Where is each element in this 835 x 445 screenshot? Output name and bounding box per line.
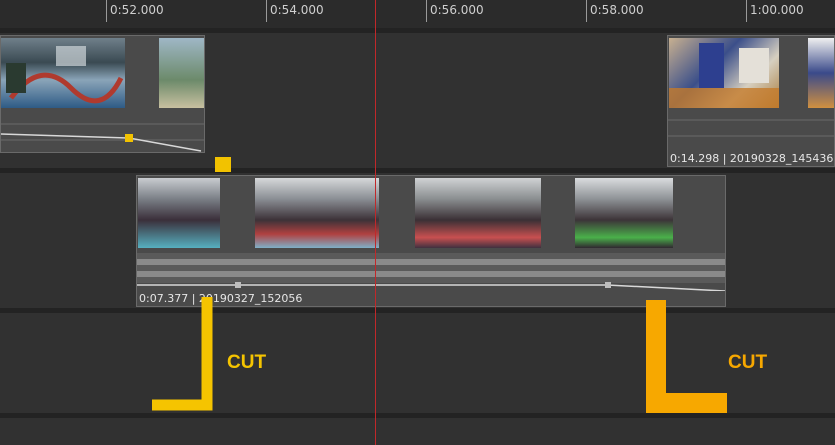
- clip-thumbnail: [575, 178, 673, 248]
- playhead[interactable]: [375, 0, 376, 445]
- ruler-label: 0:58.000: [590, 3, 644, 17]
- keyframe-marker[interactable]: [125, 134, 133, 142]
- clip-thumbnail: [415, 178, 541, 248]
- volume-envelope: [1, 123, 204, 152]
- volume-envelope: [668, 119, 834, 137]
- clip-thumbnail: [255, 178, 379, 248]
- clip-top-left[interactable]: [0, 35, 205, 153]
- ruler-label: 0:54.000: [270, 3, 324, 17]
- clip-thumbnail: [138, 178, 220, 248]
- ruler-tick: [106, 0, 107, 22]
- ruler-label: 0:56.000: [430, 3, 484, 17]
- cut-bracket-right: [646, 300, 727, 413]
- timeline-ruler[interactable]: 0:52.000 0:54.000 0:56.000 0:58.000 1:00…: [0, 0, 835, 29]
- clip-thumbnail: [1, 38, 125, 108]
- cut-label-right: CUT: [728, 352, 768, 373]
- keyframe-marker[interactable]: [605, 282, 611, 288]
- ruler-tick: [586, 0, 587, 22]
- clip-top-right[interactable]: 0:14.298 | 20190328_145436: [667, 35, 835, 167]
- video-track-4[interactable]: [0, 418, 835, 445]
- keyframe-marker[interactable]: [215, 157, 231, 172]
- thumbnail-image: [6, 46, 124, 104]
- cut-label-left: CUT: [227, 352, 267, 373]
- clip-thumbnail: [808, 38, 834, 108]
- clip-middle[interactable]: 0:07.377 | 20190327_152056: [136, 175, 726, 307]
- ruler-label: 1:00.000: [750, 3, 804, 17]
- ruler-tick: [266, 0, 267, 22]
- ruler-tick: [746, 0, 747, 22]
- clip-label: 0:14.298 | 20190328_145436: [670, 152, 834, 165]
- cut-bracket-left: [152, 297, 213, 411]
- clip-thumbnail: [669, 38, 779, 108]
- ruler-tick: [426, 0, 427, 22]
- ruler-label: 0:52.000: [110, 3, 164, 17]
- clip-thumbnail: [159, 38, 204, 108]
- thumbnail-image: [669, 43, 779, 108]
- audio-waveform: [137, 253, 725, 291]
- keyframe-marker[interactable]: [235, 282, 241, 288]
